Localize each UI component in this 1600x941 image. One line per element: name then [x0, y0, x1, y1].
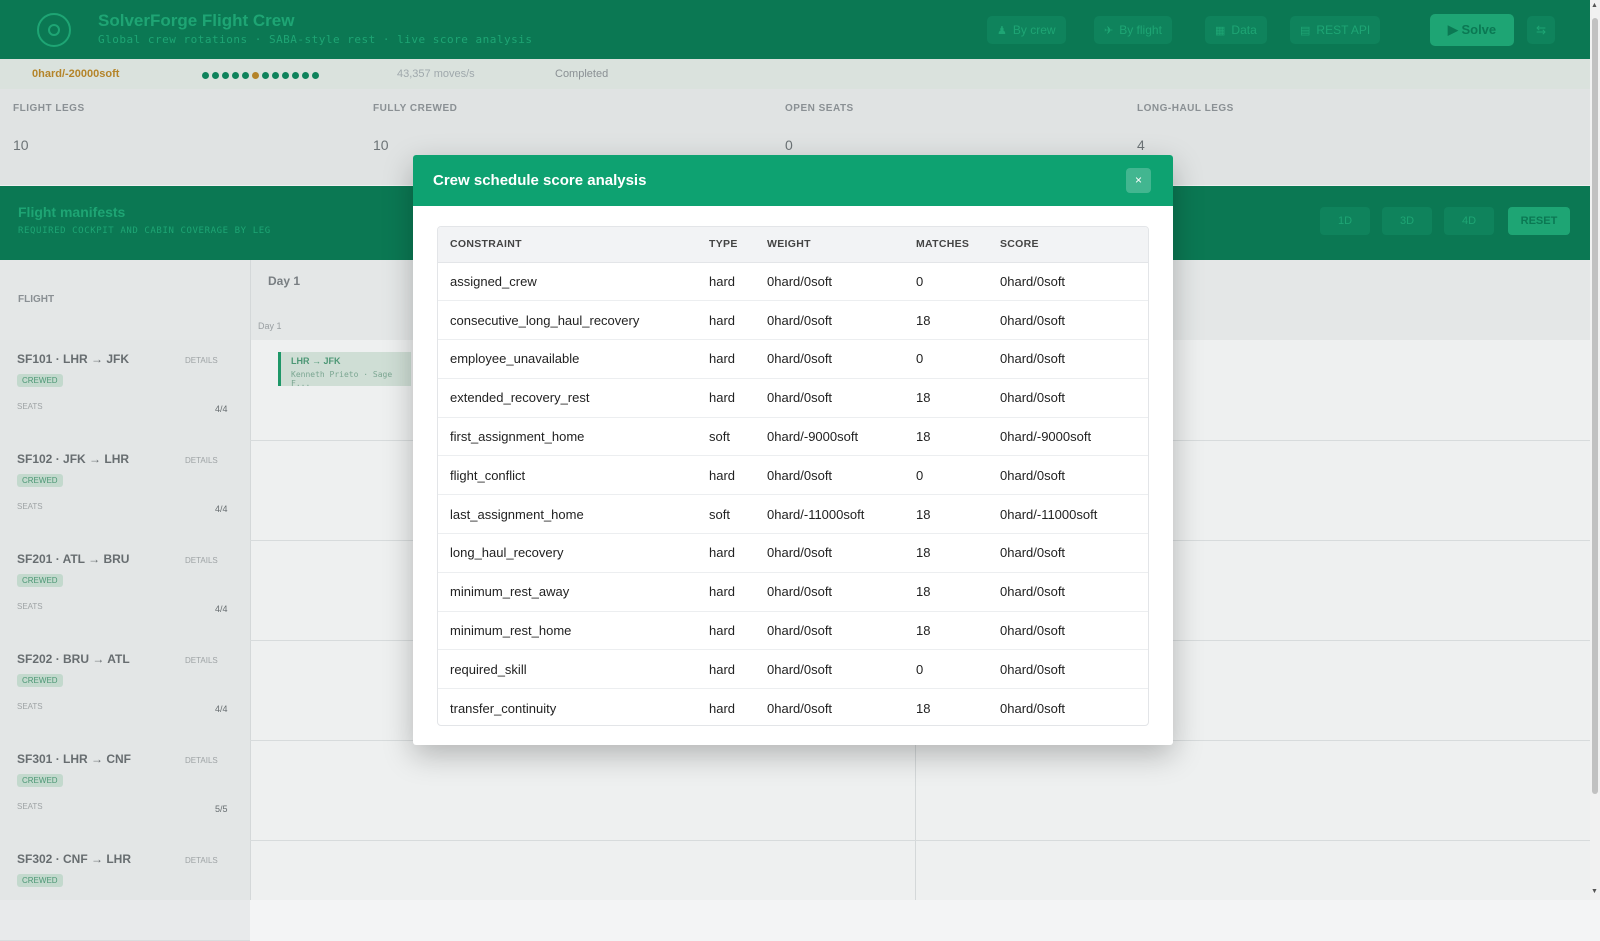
scroll-down-icon[interactable]: ▼: [1591, 888, 1598, 895]
constraint-weight: 0hard/0soft: [755, 533, 904, 573]
match-count: 18: [904, 533, 988, 573]
table-row: consecutive_long_haul_recovery hard 0hard/…: [438, 300, 1148, 341]
table-row: required_skill hard 0hard/0soft 0 0hard/0sof…: [438, 649, 1148, 690]
constraint-type: hard: [697, 455, 755, 496]
constraint-name: minimum_rest_home: [438, 611, 697, 651]
constraint-score: 0hard/0soft: [988, 572, 1148, 612]
match-count: 18: [916, 700, 931, 716]
table-row: transfer_continuity hard 0hard/0soft 18 0har…: [438, 689, 1148, 725]
constraint-name: long_haul_recovery: [438, 533, 697, 573]
match-count: 18: [904, 417, 988, 457]
constraint-weight: 0hard/0soft: [755, 300, 904, 341]
table-row: last_assignment_home soft 0hard/-11000soft…: [438, 494, 1148, 535]
constraint-type: soft: [697, 417, 755, 457]
modal-title: Crew schedule score analysis: [433, 172, 647, 189]
match-count: 18: [904, 494, 988, 535]
table-row: minimum_rest_away hard 0hard/0soft 18 0hard/…: [438, 572, 1148, 612]
constraint-name: required_skill: [438, 649, 697, 690]
scroll-up-icon[interactable]: ▲: [1591, 2, 1598, 9]
constraint-score: 0hard/0soft: [988, 611, 1148, 651]
constraint-score: 0hard/0soft: [988, 533, 1148, 573]
constraint-type: hard: [697, 649, 755, 690]
column-header-weight: WEIGHT: [755, 227, 904, 263]
constraint-name: transfer_continuity: [450, 700, 557, 716]
column-header-type: TYPE: [697, 227, 755, 263]
constraint-name: first_assignment_home: [438, 417, 697, 457]
table-row: flight_conflict hard 0hard/0soft 0 0hard/0so…: [438, 455, 1148, 496]
constraint-name: employee_unavailable: [438, 339, 697, 379]
score-table: CONSTRAINT TYPE WEIGHT MATCHES SCORE ass…: [438, 227, 1148, 725]
constraint-score: 0hard/0soft: [988, 378, 1148, 418]
constraint-score: 0hard/0soft: [988, 262, 1148, 302]
constraint-score: 0hard/0soft: [988, 649, 1148, 690]
constraint-weight: 0hard/-9000soft: [755, 417, 904, 457]
constraint-weight: 0hard/0soft: [755, 572, 904, 612]
constraint-type: hard: [697, 611, 755, 651]
constraint-name: last_assignment_home: [438, 494, 697, 535]
table-row: extended_recovery_rest hard 0hard/0soft 18 0…: [438, 378, 1148, 418]
constraint-weight: 0hard/0soft: [755, 378, 904, 418]
close-button[interactable]: ×: [1126, 168, 1151, 193]
constraint-weight: 0hard/-11000soft: [755, 494, 904, 535]
constraint-score: 0hard/0soft: [988, 339, 1148, 379]
column-header-constraint: CONSTRAINT: [438, 227, 697, 263]
constraint-type: hard: [697, 262, 755, 302]
constraint-type: soft: [697, 494, 755, 535]
constraint-score: 0hard/0soft: [1000, 700, 1066, 716]
page-scrollbar[interactable]: ▲ ▼: [1590, 0, 1600, 900]
table-row: employee_unavailable hard 0hard/0soft 0 0har…: [438, 339, 1148, 379]
constraint-weight: 0hard/0soft: [755, 649, 904, 690]
column-header-score: SCORE: [988, 227, 1148, 263]
match-count: 0: [904, 455, 988, 496]
scrollbar-thumb[interactable]: [1592, 18, 1598, 794]
constraint-type: hard: [697, 300, 755, 341]
constraint-type: hard: [697, 572, 755, 612]
score-table-container: CONSTRAINT TYPE WEIGHT MATCHES SCORE ass…: [437, 226, 1149, 726]
table-header-row: CONSTRAINT TYPE WEIGHT MATCHES SCORE: [438, 227, 1148, 263]
constraint-type: hard: [697, 339, 755, 379]
match-count: 18: [904, 611, 988, 651]
match-count: 18: [904, 300, 988, 341]
constraint-name: extended_recovery_rest: [438, 378, 697, 418]
constraint-weight: 0hard/0soft: [755, 339, 904, 379]
constraint-name: minimum_rest_away: [438, 572, 697, 612]
match-count: 18: [904, 572, 988, 612]
constraint-weight: 0hard/0soft: [755, 455, 904, 496]
constraint-weight: 0hard/0soft: [755, 611, 904, 651]
constraint-name: consecutive_long_haul_recovery: [438, 300, 697, 341]
constraint-type: hard: [709, 700, 736, 716]
match-count: 0: [904, 339, 988, 379]
constraint-name: flight_conflict: [438, 455, 697, 496]
table-row: minimum_rest_home hard 0hard/0soft 18 0hard/…: [438, 611, 1148, 651]
table-row: assigned_crew hard 0hard/0soft 0 0hard/0soft: [438, 262, 1148, 302]
score-analysis-modal: Crew schedule score analysis × CONSTRAIN…: [413, 155, 1173, 745]
constraint-weight: 0hard/0soft: [755, 262, 904, 302]
match-count: 0: [904, 649, 988, 690]
constraint-type: hard: [697, 378, 755, 418]
constraint-weight: 0hard/0soft: [767, 700, 833, 716]
constraint-score: 0hard/0soft: [988, 455, 1148, 496]
constraint-score: 0hard/-9000soft: [988, 417, 1148, 457]
table-row: long_haul_recovery hard 0hard/0soft 18 0hard…: [438, 533, 1148, 573]
constraint-score: 0hard/-11000soft: [988, 494, 1148, 535]
match-count: 18: [904, 378, 988, 418]
column-header-matches: MATCHES: [904, 227, 988, 263]
constraint-name: assigned_crew: [438, 262, 697, 302]
table-row: first_assignment_home soft 0hard/-9000soft…: [438, 417, 1148, 457]
constraint-type: hard: [697, 533, 755, 573]
constraint-score: 0hard/0soft: [988, 300, 1148, 341]
modal-header: Crew schedule score analysis ×: [413, 155, 1173, 206]
match-count: 0: [904, 262, 988, 302]
